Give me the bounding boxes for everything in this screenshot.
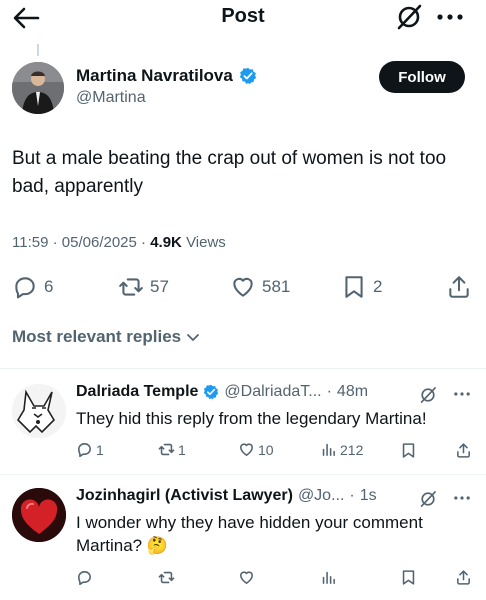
divider bbox=[0, 368, 486, 369]
share-icon[interactable] bbox=[455, 569, 472, 586]
reply-header: Dalriada Temple @DalriadaT... · 48m bbox=[76, 383, 369, 401]
repost-count: 57 bbox=[150, 277, 169, 296]
reply-author-handle[interactable]: @Jo... bbox=[298, 487, 344, 505]
like-icon[interactable] bbox=[238, 569, 255, 586]
follow-button[interactable]: Follow bbox=[379, 61, 465, 93]
bookmark-action[interactable]: 2 bbox=[341, 274, 382, 300]
reply-time: 48m bbox=[336, 383, 369, 400]
views-icon[interactable] bbox=[320, 569, 337, 586]
reply-header: Jozinhagirl (Activist Lawyer) @Jo... · 1… bbox=[76, 487, 377, 505]
reply-author-name[interactable]: Jozinhagirl (Activist Lawyer) bbox=[76, 487, 293, 505]
reply-icon bbox=[76, 441, 93, 458]
reply-icon[interactable] bbox=[76, 569, 93, 586]
reply-avatar[interactable] bbox=[12, 488, 66, 542]
repost-action[interactable]: 57 bbox=[118, 274, 169, 300]
verified-icon bbox=[203, 384, 219, 400]
bookmark-icon bbox=[341, 274, 367, 300]
divider bbox=[0, 474, 486, 475]
share-icon[interactable] bbox=[455, 442, 472, 459]
grok-icon[interactable] bbox=[395, 3, 423, 31]
like-icon bbox=[230, 274, 256, 300]
post-date: 05/06/2025 bbox=[61, 234, 137, 251]
author-handle[interactable]: @Martina bbox=[76, 89, 146, 107]
replies-sort-label: Most relevant replies bbox=[12, 327, 182, 346]
reply-action[interactable]: 6 bbox=[12, 274, 53, 300]
avatar[interactable] bbox=[12, 62, 64, 114]
like-count: 581 bbox=[262, 277, 291, 296]
grok-icon[interactable] bbox=[419, 386, 437, 404]
like-icon bbox=[238, 441, 255, 458]
reply-text: They hid this reply from the legendary M… bbox=[76, 409, 427, 428]
views-label: Views bbox=[186, 234, 226, 251]
reply-text: I wonder why they have hidden your comme… bbox=[76, 513, 423, 555]
grok-icon[interactable] bbox=[419, 490, 437, 508]
like-action[interactable]: 581 bbox=[230, 274, 290, 300]
top-bar: Post bbox=[0, 0, 486, 36]
post-time: 11:59 bbox=[12, 234, 49, 251]
bookmark-icon[interactable] bbox=[400, 442, 417, 459]
share-icon[interactable] bbox=[446, 274, 472, 300]
reply-action[interactable]: 1 bbox=[76, 441, 104, 458]
reply-avatar[interactable] bbox=[12, 384, 66, 438]
repost-count: 1 bbox=[178, 441, 186, 458]
reply-icon bbox=[12, 274, 38, 300]
replies-sort-toggle[interactable]: Most relevant replies bbox=[12, 327, 201, 347]
verified-icon bbox=[239, 67, 257, 85]
reply-count: 6 bbox=[44, 277, 54, 296]
more-icon[interactable] bbox=[454, 392, 470, 396]
repost-icon bbox=[158, 441, 175, 458]
author-name[interactable]: Martina Navratilova bbox=[76, 66, 257, 86]
chevron-down-icon bbox=[185, 329, 201, 345]
views-count: 4.9K bbox=[150, 234, 182, 251]
author-name-text: Martina Navratilova bbox=[76, 66, 233, 85]
repost-action[interactable]: 1 bbox=[158, 441, 186, 458]
views-action[interactable]: 212 bbox=[320, 441, 363, 458]
bookmark-count: 2 bbox=[373, 277, 383, 296]
like-count: 10 bbox=[258, 441, 274, 458]
repost-icon bbox=[118, 274, 144, 300]
reply-time: 1s bbox=[359, 487, 377, 504]
post-meta: 11:59 · 05/06/2025 · 4.9K Views bbox=[12, 234, 226, 251]
repost-icon[interactable] bbox=[158, 569, 175, 586]
reply-count: 1 bbox=[96, 441, 104, 458]
reply-author-handle[interactable]: @DalriadaT... bbox=[224, 383, 321, 401]
more-icon[interactable] bbox=[437, 14, 463, 20]
like-action[interactable]: 10 bbox=[238, 441, 274, 458]
more-icon[interactable] bbox=[454, 496, 470, 500]
bookmark-icon[interactable] bbox=[400, 569, 417, 586]
reply-author-name[interactable]: Dalriada Temple bbox=[76, 383, 198, 401]
views-icon bbox=[320, 441, 337, 458]
thread-line bbox=[37, 44, 39, 56]
post-text: But a male beating the crap out of women… bbox=[12, 148, 447, 197]
views-count: 212 bbox=[340, 441, 364, 458]
